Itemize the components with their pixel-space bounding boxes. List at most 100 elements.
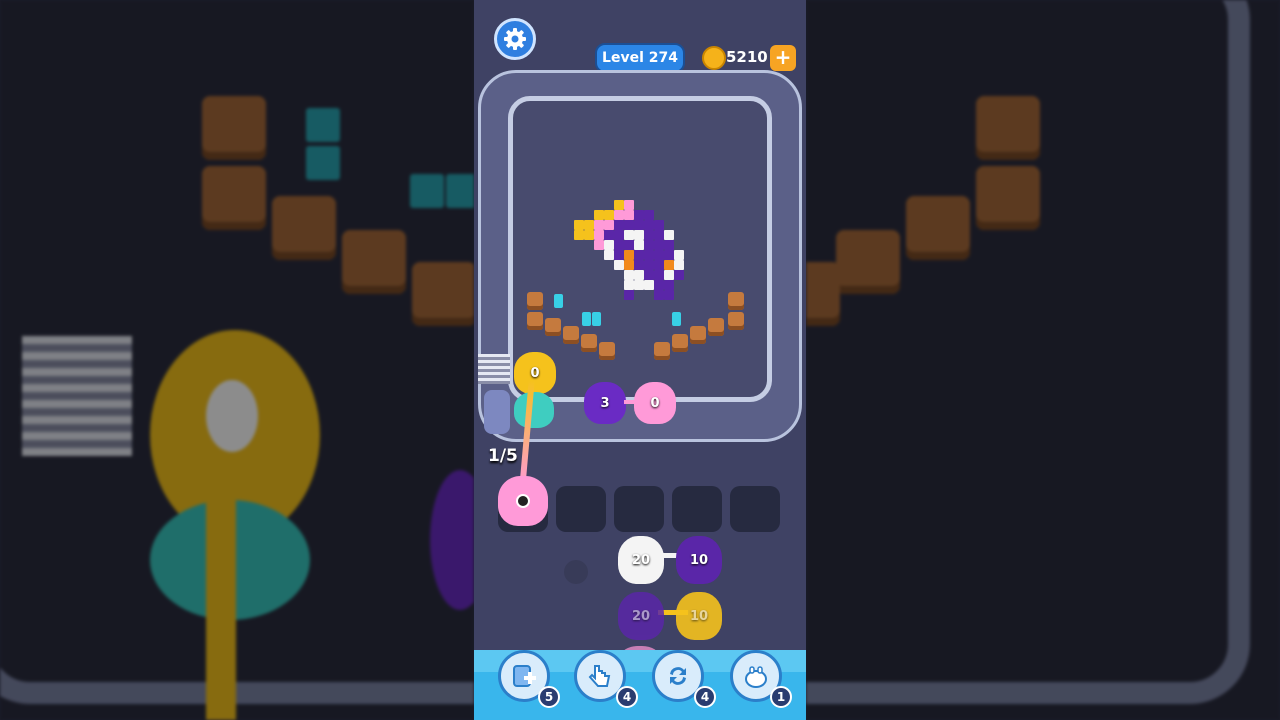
pixel-block xyxy=(654,280,664,290)
pixel-block xyxy=(594,210,604,220)
rope-anchor-icon xyxy=(516,494,530,508)
powerup-count-badge: 1 xyxy=(770,686,792,708)
pixel-block xyxy=(664,250,674,260)
level-indicator: Level 274 xyxy=(595,43,685,73)
pixel-block xyxy=(584,230,594,240)
pixel-block xyxy=(624,200,634,210)
teal-cube xyxy=(582,312,591,326)
background-wood-block xyxy=(806,262,840,326)
pixel-block xyxy=(624,280,634,290)
wood-cube xyxy=(599,342,615,360)
add-slot-icon xyxy=(513,665,536,687)
pixel-block xyxy=(614,260,624,270)
pixel-block xyxy=(644,210,654,220)
pixel-block xyxy=(654,240,664,250)
background-wood-block xyxy=(272,196,336,260)
pixel-block xyxy=(664,240,674,250)
queue-slot xyxy=(556,486,606,532)
pixel-block xyxy=(634,240,644,250)
belt-capacity-counter: 1/5 xyxy=(488,446,518,466)
pixel-block xyxy=(634,220,644,230)
teal-cube xyxy=(592,312,601,326)
background-wood-block xyxy=(976,96,1040,160)
pixel-block xyxy=(624,230,634,240)
pixel-block xyxy=(634,210,644,220)
pixel-block xyxy=(604,250,614,260)
teal-cube xyxy=(554,294,563,308)
queued-pig-pink[interactable] xyxy=(498,476,548,526)
pixel-block xyxy=(644,240,654,250)
blurred-background-right xyxy=(806,0,1280,720)
pig-counter: 10 xyxy=(689,608,709,624)
pixel-block xyxy=(644,220,654,230)
pixel-block xyxy=(644,280,654,290)
blurred-background-left xyxy=(0,0,474,720)
wood-cube xyxy=(708,318,724,336)
background-wood-block xyxy=(202,166,266,230)
pixel-block xyxy=(614,230,624,240)
pixel-block xyxy=(674,260,684,270)
queue-slot xyxy=(672,486,722,532)
pixel-block xyxy=(614,250,624,260)
wood-cube xyxy=(527,292,543,310)
pig-counter: 0 xyxy=(650,395,660,411)
teal-cube xyxy=(672,312,681,326)
background-teal-block xyxy=(446,174,474,208)
belt-pig-yellow[interactable]: 0 xyxy=(514,352,556,394)
background-pig-counter xyxy=(206,380,258,452)
pixel-block xyxy=(604,220,614,230)
powerup-count-badge: 4 xyxy=(694,686,716,708)
pig-counter: 3 xyxy=(600,395,610,411)
background-rope xyxy=(206,480,236,720)
waiting-pig-yellow[interactable]: 10 xyxy=(676,592,722,640)
pixel-block xyxy=(674,270,684,280)
waiting-pig-purple[interactable]: 10 xyxy=(676,536,722,584)
pixel-block xyxy=(634,280,644,290)
pixel-block xyxy=(634,250,644,260)
background-wood-block xyxy=(976,166,1040,230)
pixel-block xyxy=(654,260,664,270)
pixel-block xyxy=(624,250,634,260)
background-teal-block xyxy=(410,174,444,208)
pixel-block xyxy=(604,240,614,250)
wood-cube xyxy=(672,334,688,352)
pig-counter: 20 xyxy=(631,552,651,568)
background-stripes xyxy=(22,336,132,456)
pixel-block xyxy=(664,280,674,290)
waiting-pig-white[interactable]: 20 xyxy=(618,536,664,584)
pixel-block xyxy=(604,230,614,240)
queue-slot xyxy=(730,486,780,532)
pixel-block xyxy=(664,230,674,240)
belt-pig-purple[interactable]: 3 xyxy=(584,382,626,424)
wood-cube xyxy=(563,326,579,344)
pixel-block xyxy=(624,240,634,250)
pixel-block xyxy=(664,270,674,280)
pixel-block xyxy=(614,240,624,250)
background-wood-block xyxy=(906,196,970,260)
pixel-block xyxy=(654,290,664,300)
settings-button[interactable] xyxy=(494,18,536,60)
pixel-block xyxy=(574,220,584,230)
pixel-block xyxy=(624,220,634,230)
pixel-block xyxy=(674,250,684,260)
waiting-pig-purple[interactable]: 20 xyxy=(618,592,664,640)
pixel-block xyxy=(664,260,674,270)
pixel-block xyxy=(604,210,614,220)
add-coins-button[interactable]: + xyxy=(770,45,796,71)
pixel-block xyxy=(654,250,664,260)
pixel-block xyxy=(584,220,594,230)
belt-pig-pink[interactable]: 0 xyxy=(634,382,676,424)
pig-counter: 0 xyxy=(530,365,540,381)
background-wood-block xyxy=(202,96,266,160)
coin-icon xyxy=(702,46,726,70)
wood-cube xyxy=(654,342,670,360)
pixel-block xyxy=(634,230,644,240)
pixel-block xyxy=(624,270,634,280)
pig-counter: 20 xyxy=(631,608,651,624)
queue-slot xyxy=(614,486,664,532)
gear-icon xyxy=(504,28,526,50)
hand-icon xyxy=(588,665,611,687)
pixel-block xyxy=(654,220,664,230)
wood-cube xyxy=(728,312,744,330)
pig-counter: 10 xyxy=(689,552,709,568)
